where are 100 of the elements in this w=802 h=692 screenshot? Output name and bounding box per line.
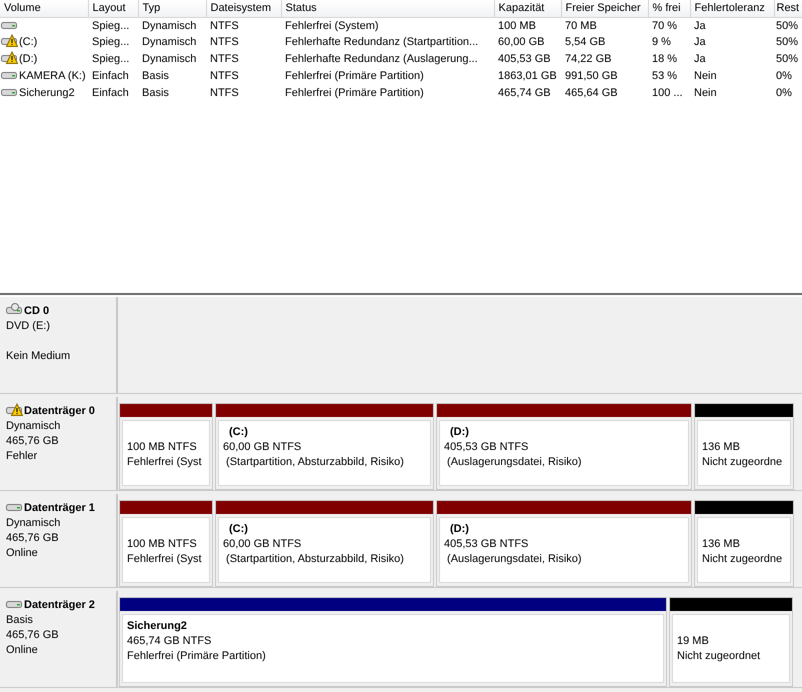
table-cell: 405,53 GB — [498, 53, 551, 66]
disk-info-panel[interactable]: Datenträger 0 Dynamisch 465,76 GB Fehler — [0, 397, 118, 490]
disk-info-panel[interactable]: CD 0 DVD (E:) Kein Medium — [0, 297, 118, 393]
table-cell: 465,74 GB — [498, 87, 551, 100]
disk-name: CD 0 — [24, 305, 50, 317]
partition[interactable]: 136 MB Nicht zugeordne — [694, 500, 794, 587]
disk-detail: 465,76 GB — [6, 629, 59, 641]
table-cell: Basis — [142, 70, 169, 82]
partition-name: (C:) — [229, 523, 248, 535]
disk-detail: Kein Medium — [6, 350, 70, 362]
partition[interactable]: (D:) 405,53 GB NTFS (Auslagerungsdatei, Risiko) — [436, 403, 692, 490]
partition-size: 136 MB — [702, 538, 740, 550]
partition-status: Fehlerfrei (Syst — [127, 456, 202, 468]
disk-detail: Online — [6, 644, 38, 656]
disk-info-panel[interactable]: Datenträger 2 Basis 465,76 GB Online — [0, 591, 118, 687]
table-cell: NTFS — [210, 53, 239, 66]
table-cell: NTFS — [210, 20, 239, 32]
table-cell: NTFS — [210, 36, 239, 48]
table-cell: Dynamisch — [142, 36, 196, 48]
column-header[interactable]: Kapazität — [494, 0, 561, 17]
column-header[interactable]: Fehlertoleranz — [690, 0, 774, 17]
disk-detail: Fehler — [6, 450, 38, 462]
table-cell: 60,00 GB — [498, 36, 544, 48]
table-cell: Ja — [694, 36, 706, 48]
column-header[interactable]: Rest — [774, 0, 802, 17]
partition-name: (D:) — [450, 523, 469, 535]
partition[interactable]: 19 MB Nicht zugeordnet — [669, 597, 793, 687]
partition-name: (C:) — [229, 426, 248, 438]
partition[interactable]: 136 MB Nicht zugeordne — [694, 403, 794, 490]
disk-detail: Dynamisch — [6, 420, 60, 432]
table-cell: Dynamisch — [142, 53, 196, 66]
partition-size: 19 MB — [677, 635, 709, 647]
partition[interactable]: (C:) 60,00 GB NTFS (Startpartition, Absturzabbild, Risiko) — [215, 500, 434, 587]
table-cell: 100 MB — [498, 20, 536, 32]
partition[interactable]: 100 MB NTFS Fehlerfrei (Syst — [119, 500, 213, 587]
partition[interactable]: (D:) 405,53 GB NTFS (Auslagerungsdatei, Risiko) — [436, 500, 692, 587]
table-cell: Fehlerfrei (System) — [285, 20, 379, 32]
table-cell: 70 % — [652, 20, 678, 32]
partition-size: 465,74 GB NTFS — [127, 635, 212, 647]
disk-detail: DVD (E:) — [6, 320, 50, 332]
table-cell: 1863,01 GB — [498, 70, 557, 82]
partition-status: (Auslagerungsdatei, Risiko) — [446, 553, 582, 565]
partition-status: Fehlerfrei (Syst — [127, 553, 202, 565]
table-cell: 74,22 GB — [565, 53, 612, 66]
disk-info-panel[interactable]: Datenträger 1 Dynamisch 465,76 GB Online — [0, 494, 118, 587]
partition[interactable]: (C:) 60,00 GB NTFS (Startpartition, Absturzabbild, Risiko) — [215, 403, 434, 490]
table-cell: 50% — [776, 20, 798, 32]
column-header[interactable]: Volume — [0, 0, 88, 17]
table-cell: 465,64 GB — [565, 87, 618, 100]
volume-name: (C:) — [19, 36, 38, 48]
column-header[interactable]: Freier Speicher — [561, 0, 648, 17]
volume-name: Sicherung2 — [19, 87, 75, 100]
partition[interactable]: 100 MB NTFS Fehlerfrei (Syst — [119, 403, 213, 490]
table-cell: Fehlerhafte Redundanz (Auslagerung... — [285, 53, 478, 66]
table-cell: Dynamisch — [142, 20, 196, 32]
table-cell: 5,54 GB — [565, 36, 606, 48]
partition-size: 100 MB NTFS — [127, 441, 197, 453]
column-header[interactable]: % frei — [648, 0, 690, 17]
table-cell: 100 ... — [652, 87, 683, 100]
disk-detail: 465,76 GB — [6, 532, 59, 544]
disk-name: Datenträger 2 — [24, 599, 95, 611]
column-header[interactable]: Layout — [88, 0, 138, 17]
table-cell: NTFS — [210, 70, 239, 82]
table-cell: Einfach — [92, 87, 129, 100]
partition-size: 136 MB — [702, 441, 740, 453]
disk-detail: Basis — [6, 614, 33, 626]
table-cell: Nein — [694, 87, 717, 100]
partition-name: Sicherung2 — [127, 620, 187, 632]
table-cell: 70 MB — [565, 20, 597, 32]
partition-status: Nicht zugeordne — [702, 553, 782, 565]
table-cell: 50% — [776, 36, 798, 48]
column-header[interactable]: Dateisystem — [206, 0, 281, 17]
table-cell: Basis — [142, 87, 169, 100]
table-cell: 50% — [776, 53, 798, 66]
partition-status: (Startpartition, Absturzabbild, Risiko) — [225, 456, 404, 468]
table-cell: Fehlerhafte Redundanz (Startpartition... — [285, 36, 478, 48]
table-cell: 18 % — [652, 53, 678, 66]
table-cell: 0% — [776, 70, 792, 82]
table-cell: NTFS — [210, 87, 239, 100]
partition-status: (Startpartition, Absturzabbild, Risiko) — [225, 553, 404, 565]
table-cell: Einfach — [92, 70, 129, 82]
column-header[interactable]: Status — [281, 0, 494, 17]
table-cell: Ja — [694, 53, 706, 66]
volume-name: (D:) — [19, 53, 38, 66]
volume-name: KAMERA (K:) — [19, 70, 86, 82]
partition-status: Nicht zugeordnet — [677, 650, 760, 662]
column-header[interactable]: Typ — [138, 0, 206, 17]
disk-name: Datenträger 0 — [24, 405, 95, 417]
partition-status: Fehlerfrei (Primäre Partition) — [127, 650, 266, 662]
partition[interactable]: Sicherung2 465,74 GB NTFS Fehlerfrei (Primäre Partition) — [119, 597, 667, 687]
partition-size: 60,00 GB NTFS — [223, 441, 302, 453]
table-cell: 9 % — [652, 36, 671, 48]
partition-status: Nicht zugeordne — [702, 456, 782, 468]
partition-name: (D:) — [450, 426, 469, 438]
table-cell: Spieg... — [92, 36, 130, 48]
table-cell: 53 % — [652, 70, 678, 82]
table-cell: Spieg... — [92, 53, 130, 66]
disk-detail: Online — [6, 547, 38, 559]
partition-size: 60,00 GB NTFS — [223, 538, 302, 550]
table-cell: Ja — [694, 20, 706, 32]
